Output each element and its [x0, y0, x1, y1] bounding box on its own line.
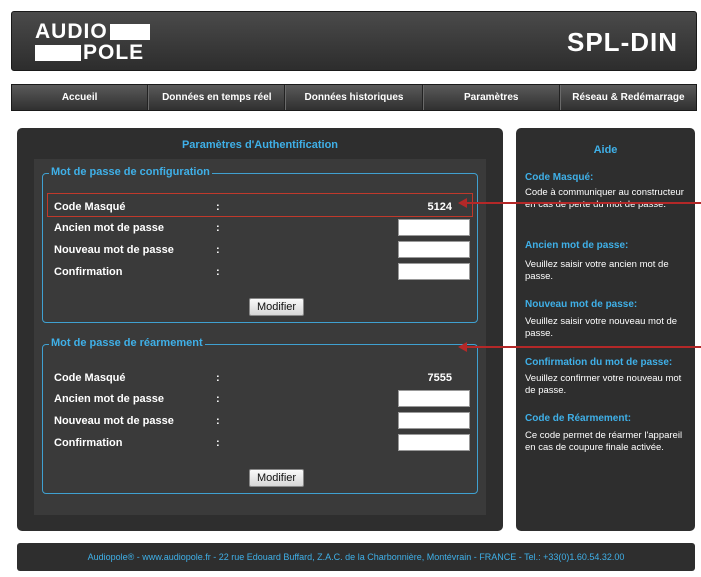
help-text: Ce code permet de réarmer l'appareil en … — [525, 430, 683, 453]
field-colon: : — [216, 266, 220, 278]
auth-panel: Paramètres d'Authentification Mot de pas… — [17, 128, 503, 531]
field-colon: : — [216, 372, 220, 384]
config-confirmation-row: Confirmation : — [54, 263, 474, 283]
field-colon: : — [216, 222, 220, 234]
help-text: Veuillez saisir votre nouveau mot de pas… — [525, 316, 678, 339]
logo-bar — [109, 23, 150, 40]
masked-code-value: 7555 — [427, 372, 452, 384]
help-panel: Aide Code Masqué: Code à communiquer au … — [516, 128, 695, 531]
arrowhead-icon — [458, 198, 467, 208]
field-colon: : — [216, 201, 220, 213]
help-text: Veuillez saisir votre ancien mot de pass… — [525, 259, 669, 282]
annotation-arrow-line — [464, 346, 701, 348]
new-password-input[interactable] — [398, 241, 470, 258]
help-heading: Code de Réarmement: — [525, 413, 632, 424]
annotation-arrow-line — [464, 202, 701, 204]
field-colon: : — [216, 437, 220, 449]
help-title: Aide — [593, 144, 618, 156]
confirm-password-input[interactable] — [398, 263, 470, 280]
reset-new-password-row: Nouveau mot de passe : — [54, 412, 474, 432]
field-colon: : — [216, 393, 220, 405]
masked-code-value: 5124 — [427, 201, 452, 213]
logo-bar — [35, 44, 81, 61]
field-label: Nouveau mot de passe — [54, 244, 174, 256]
help-heading: Nouveau mot de passe: — [525, 299, 638, 310]
page-title: Paramètres d'Authentification — [181, 139, 339, 151]
reset-password-fieldset: Mot de passe de réarmement Code Masqué :… — [42, 337, 478, 494]
nav-item-donnees-temps-reel[interactable]: Données en temps réel — [148, 85, 286, 110]
help-text: Code à communiquer au constructeur en ca… — [525, 187, 684, 210]
nav-item-donnees-historiques[interactable]: Données historiques — [285, 85, 423, 110]
confirm-password-input[interactable] — [398, 434, 470, 451]
config-password-legend: Mot de passe de configuration — [49, 166, 212, 178]
field-label: Ancien mot de passe — [54, 222, 165, 234]
field-colon: : — [216, 244, 220, 256]
config-password-fieldset: Mot de passe de configuration Code Masqu… — [42, 166, 478, 323]
field-label: Ancien mot de passe — [54, 393, 165, 405]
nav-item-reseau-redemarrage[interactable]: Réseau & Redémarrage — [559, 85, 696, 110]
field-colon: : — [216, 415, 220, 427]
logo-text-audio: AUDIO — [35, 20, 108, 43]
old-password-input[interactable] — [398, 390, 470, 407]
reset-confirmation-row: Confirmation : — [54, 434, 474, 454]
help-heading: Code Masqué: — [525, 172, 594, 183]
arrowhead-icon — [458, 342, 467, 352]
modify-config-button[interactable]: Modifier — [249, 298, 304, 316]
help-heading: Ancien mot de passe: — [525, 240, 629, 251]
field-label: Confirmation — [54, 266, 123, 278]
field-label: Code Masqué — [54, 372, 126, 384]
nav-item-parametres[interactable]: Paramètres — [422, 85, 560, 110]
help-heading: Confirmation du mot de passe: — [525, 357, 673, 368]
logo-text-pole: POLE — [83, 41, 145, 64]
main-nav: Accueil Données en temps réel Données hi… — [11, 84, 697, 111]
nav-item-accueil[interactable]: Accueil — [12, 85, 149, 110]
reset-masked-code-row: Code Masqué : 7555 — [54, 369, 474, 389]
help-text: Veuillez confirmer votre nouveau mot de … — [525, 373, 682, 396]
footer: Audiopole® - www.audiopole.fr - 22 rue E… — [17, 543, 695, 571]
new-password-input[interactable] — [398, 412, 470, 429]
config-new-password-row: Nouveau mot de passe : — [54, 241, 474, 261]
old-password-input[interactable] — [398, 219, 470, 236]
config-old-password-row: Ancien mot de passe : — [54, 219, 474, 239]
reset-password-legend: Mot de passe de réarmement — [49, 337, 205, 349]
reset-old-password-row: Ancien mot de passe : — [54, 390, 474, 410]
content-area: Mot de passe de configuration Code Masqu… — [34, 159, 486, 515]
field-label: Code Masqué — [54, 201, 126, 213]
header: AUDIO POLE SPL-DIN — [11, 11, 697, 71]
audiopole-logo[interactable]: AUDIO POLE — [35, 20, 150, 64]
product-title: SPL-DIN — [567, 27, 678, 57]
field-label: Nouveau mot de passe — [54, 415, 174, 427]
field-label: Confirmation — [54, 437, 123, 449]
modify-reset-button[interactable]: Modifier — [249, 469, 304, 487]
config-masked-code-row: Code Masqué : 5124 — [54, 198, 474, 218]
